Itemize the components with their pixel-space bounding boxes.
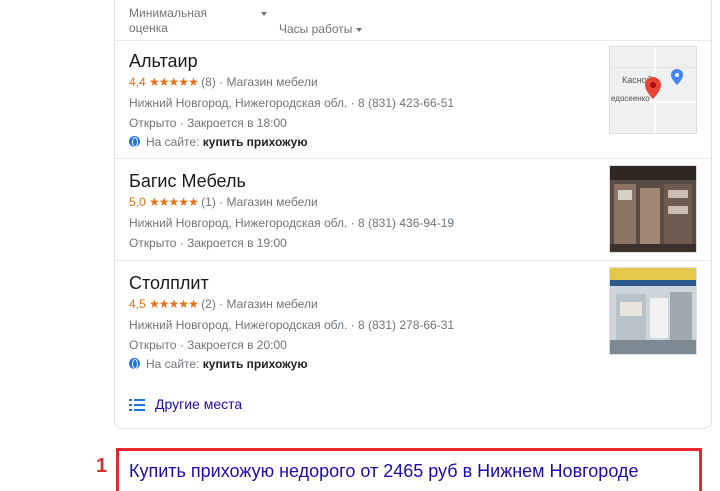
address-line: Нижний Новгород, Нижегородская обл. · 8 … — [129, 96, 455, 110]
rating-line: 4,5 ★★★★★ (2) · Магазин мебели — [129, 297, 318, 311]
place-card[interactable]: Багис Мебель 5,0 ★★★★★ (1) · Магазин меб… — [115, 158, 711, 261]
place-phone: 8 (831) 278-66-31 — [358, 318, 455, 332]
highlighted-result: Купить прихожую недорого от 2465 руб в Н… — [116, 448, 702, 491]
site-prefix: На сайте: — [146, 357, 200, 371]
globe-icon — [129, 358, 140, 369]
place-address: Нижний Новгород, Нижегородская обл. — [129, 216, 348, 230]
local-results-panel: Минимальная оценка Часы работы Альтаир 4… — [114, 0, 712, 429]
store-photo[interactable] — [609, 165, 697, 253]
site-query: купить прихожую — [202, 135, 308, 149]
rating-line: 4,4 ★★★★★ (8) · Магазин мебели — [129, 75, 318, 89]
store-photo[interactable] — [609, 267, 697, 355]
more-places-link[interactable]: Другие места — [129, 396, 242, 412]
chevron-down-icon — [261, 12, 267, 16]
map-label: едосеенко — [611, 94, 650, 103]
site-line: На сайте: купить прихожую — [129, 135, 308, 149]
hours-filter[interactable]: Часы работы — [279, 22, 363, 37]
review-count: (2) — [201, 297, 216, 311]
map-thumbnail[interactable]: Касноб едосеенко — [609, 46, 697, 134]
place-name[interactable]: Альтаир — [129, 51, 198, 72]
place-address: Нижний Новгород, Нижегородская обл. — [129, 318, 348, 332]
place-status: Открыто · Закроется в 19:00 — [129, 236, 287, 250]
place-phone: 8 (831) 423-66-51 — [358, 96, 455, 110]
address-line: Нижний Новгород, Нижегородская обл. · 8 … — [129, 318, 455, 332]
place-card[interactable]: Альтаир 4,4 ★★★★★ (8) · Магазин мебели Н… — [115, 40, 711, 159]
place-address: Нижний Новгород, Нижегородская обл. — [129, 96, 348, 110]
place-name[interactable]: Багис Мебель — [129, 171, 246, 192]
site-line: На сайте: купить прихожую — [129, 357, 308, 371]
place-status: Открыто · Закроется в 18:00 — [129, 116, 287, 130]
rating-value: 4,4 — [129, 75, 146, 89]
rating-line: 5,0 ★★★★★ (1) · Магазин мебели — [129, 195, 318, 209]
filters-bar: Минимальная оценка Часы работы — [129, 4, 689, 36]
site-query: купить прихожую — [202, 357, 308, 371]
globe-icon — [129, 136, 140, 147]
review-count: (8) — [201, 75, 216, 89]
site-prefix: На сайте: — [146, 135, 200, 149]
place-name[interactable]: Столплит — [129, 273, 209, 294]
rating-filter-label: Минимальная оценка — [129, 6, 208, 35]
rating-value: 5,0 — [129, 195, 146, 209]
rating-value: 4,5 — [129, 297, 146, 311]
hours-filter-label: Часы работы — [279, 22, 353, 36]
rating-filter[interactable]: Минимальная оценка — [129, 6, 269, 36]
place-category: Магазин мебели — [226, 75, 318, 89]
star-rating-icon: ★★★★★ — [149, 75, 199, 89]
more-places-label: Другие места — [155, 396, 243, 412]
result-number-badge: 1 — [96, 455, 108, 477]
place-category: Магазин мебели — [226, 297, 318, 311]
list-icon — [129, 399, 145, 412]
result-title-link[interactable]: Купить прихожую недорого от 2465 руб в Н… — [129, 461, 638, 482]
place-category: Магазин мебели — [226, 195, 318, 209]
place-card[interactable]: Столплит 4,5 ★★★★★ (2) · Магазин мебели … — [115, 260, 711, 383]
address-line: Нижний Новгород, Нижегородская обл. · 8 … — [129, 216, 455, 230]
review-count: (1) — [201, 195, 216, 209]
place-phone: 8 (831) 436-94-19 — [358, 216, 455, 230]
chevron-down-icon — [356, 27, 363, 32]
place-status: Открыто · Закроется в 20:00 — [129, 338, 287, 352]
star-rating-icon: ★★★★★ — [149, 195, 199, 209]
star-rating-icon: ★★★★★ — [149, 297, 199, 311]
